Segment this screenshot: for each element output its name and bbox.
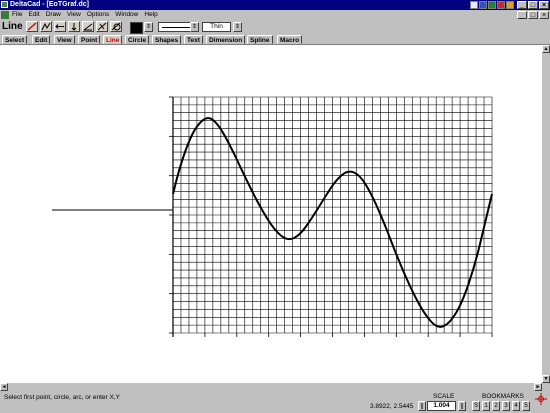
tool-tabs: Select Edit View Point Line Circle Shape… [0,34,550,45]
title-bar: DeltaCad - [EoTGraf.dc] _ □ × [0,0,550,10]
line-two-points-icon[interactable] [26,21,38,32]
document-window-controls: _ □ × [517,11,549,19]
word-icon[interactable] [479,1,487,9]
horizontal-line-icon[interactable] [54,21,66,32]
menu-draw[interactable]: Draw [46,11,61,18]
mode-label: Line [2,21,23,32]
doc-restore-button[interactable]: □ [528,11,538,19]
tab-spline[interactable]: Spline [247,35,273,44]
menu-edit[interactable]: Edit [28,11,39,18]
status-bar: Select first point, circle, arc, or ente… [0,391,550,412]
polyline-icon[interactable] [40,21,52,32]
tab-view[interactable]: View [54,35,75,44]
bookmark-5-button[interactable]: 5 [522,401,530,411]
angle-line-icon[interactable] [82,21,94,32]
color-dropdown-icon[interactable]: ⇕ [144,22,153,32]
bookmark-1-button[interactable]: 1 [482,401,490,411]
tab-point[interactable]: Point [78,35,101,44]
tangent-line-icon[interactable] [110,21,122,32]
doc-minimize-button[interactable]: _ [517,11,527,19]
color-swatch[interactable] [130,22,143,34]
scale-label: SCALE [433,393,455,400]
snap-crosshair-icon[interactable] [535,393,547,405]
scale-input[interactable]: 1.004 [427,401,456,411]
tab-edit[interactable]: Edit [32,35,51,44]
tab-circle[interactable]: Circle [125,35,150,44]
tab-text[interactable]: Text [184,35,203,44]
scroll-right-button[interactable]: ► [534,383,542,391]
tab-macro[interactable]: Macro [277,35,303,44]
bookmark-s-button[interactable]: S [472,401,480,411]
window-title: DeltaCad - [EoTGraf.dc] [10,1,89,8]
line-style-dropdown-icon[interactable]: ⇕ [190,22,199,32]
powerpoint-icon[interactable] [497,1,505,9]
status-prompt: Select first point, circle, arc, or ente… [4,394,120,401]
scroll-corner [542,383,550,391]
vertical-scrollbar[interactable]: ▲ ▼ [542,45,550,383]
minimize-button[interactable]: _ [517,1,527,9]
toolbar-app-icons [470,1,514,9]
explorer-icon[interactable] [506,1,514,9]
scale-up-button[interactable] [418,401,426,411]
maximize-button[interactable]: □ [528,1,538,9]
document-icon[interactable] [1,11,9,19]
tab-line[interactable]: Line [103,35,123,44]
drawing-canvas[interactable] [0,45,542,383]
drawing-svg [52,96,493,337]
line-toolbar: Line ⇕ ⇕ Thin ⇕ [0,20,550,34]
close-button[interactable]: × [539,1,549,9]
scale-down-button[interactable] [458,401,466,411]
tab-dimension[interactable]: Dimension [206,35,246,44]
bookmark-4-button[interactable]: 4 [512,401,520,411]
bookmarks-label: BOOKMARKS [482,393,524,400]
scroll-up-button[interactable]: ▲ [542,45,550,53]
app-shortcut-icon[interactable] [470,1,478,9]
cursor-coordinates: 3.8922, 2.5445 [370,403,414,410]
menu-bar: File Edit Draw View Options Window Help … [0,10,550,20]
thickness-select[interactable]: Thin [202,22,231,32]
menu-view[interactable]: View [67,11,81,18]
tab-select[interactable]: Select [2,35,28,44]
horizontal-scrollbar[interactable]: ◄ ► [0,383,542,391]
bookmark-3-button[interactable]: 3 [502,401,510,411]
scroll-left-button[interactable]: ◄ [0,383,8,391]
doc-close-button[interactable]: × [539,11,549,19]
bookmark-2-button[interactable]: 2 [492,401,500,411]
menu-window[interactable]: Window [115,11,138,18]
thickness-dropdown-icon[interactable]: ⇕ [233,22,242,32]
menu-options[interactable]: Options [87,11,109,18]
app-icon[interactable] [1,1,8,8]
menu-file[interactable]: File [12,11,22,18]
scroll-down-button[interactable]: ▼ [542,375,550,383]
window-controls: _ □ × [517,1,549,9]
perpendicular-line-icon[interactable] [96,21,108,32]
menu-help[interactable]: Help [144,11,157,18]
tab-shapes[interactable]: Shapes [152,35,182,44]
excel-icon[interactable] [488,1,496,9]
vertical-line-icon[interactable] [68,21,80,32]
